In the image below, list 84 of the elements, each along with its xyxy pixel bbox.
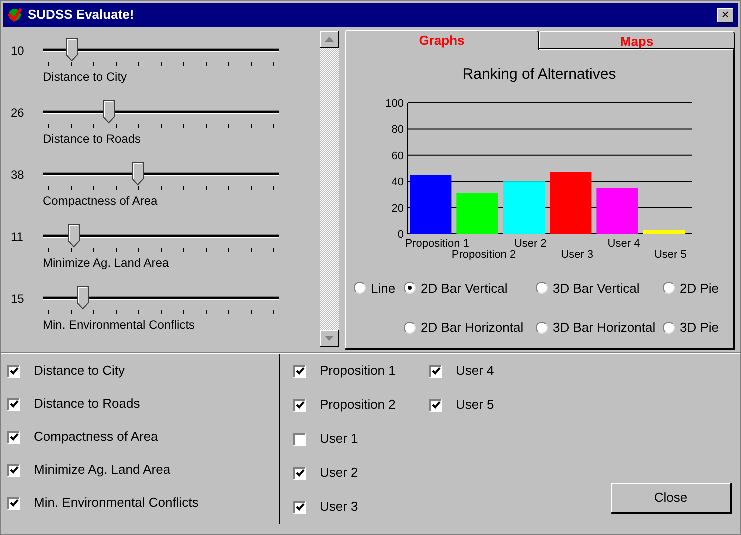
slider-value: 15 <box>10 291 26 307</box>
checkbox-label: Proposition 1 <box>320 362 396 380</box>
slider-value: 10 <box>10 43 26 59</box>
checkbox[interactable] <box>7 398 20 410</box>
bar <box>502 181 544 234</box>
y-tick-label: 0 <box>397 228 404 240</box>
radio-label: 3D Pie <box>680 319 720 337</box>
checkbox[interactable] <box>7 496 20 510</box>
category-label: User 4 <box>607 238 640 250</box>
slider-track[interactable] <box>43 38 279 62</box>
y-tick-label: 20 <box>391 202 404 214</box>
radio-button[interactable] <box>663 282 675 294</box>
checkbox-label: User 5 <box>456 396 494 414</box>
slider-thumb[interactable] <box>103 100 116 124</box>
slider-label: Distance to City <box>43 69 128 86</box>
slider-value: 38 <box>10 167 26 183</box>
slider-thumb[interactable] <box>68 224 80 248</box>
checkbox[interactable] <box>7 464 20 476</box>
category-label: User 5 <box>654 248 686 260</box>
checkbox[interactable] <box>429 398 442 412</box>
slider-thumb[interactable] <box>66 38 78 62</box>
checkbox[interactable] <box>293 500 306 514</box>
bar <box>596 188 638 234</box>
radio-label: 3D Bar Vertical <box>553 280 640 298</box>
scroll-down-icon[interactable] <box>320 330 339 347</box>
close-button[interactable]: × <box>717 8 734 22</box>
radio-button[interactable] <box>404 282 416 294</box>
checkbox-label: Distance to City <box>34 362 126 380</box>
bar <box>410 174 452 234</box>
checkbox-label: User 4 <box>456 362 494 380</box>
slider-value: 11 <box>10 229 24 245</box>
radio-label: 2D Bar Horizontal <box>421 319 524 337</box>
radio-button[interactable] <box>536 322 548 334</box>
checkbox-label: User 1 <box>320 430 358 448</box>
slider-label: Minimize Ag. Land Area <box>43 255 170 272</box>
checkbox[interactable] <box>293 432 306 446</box>
radio-button[interactable] <box>404 322 416 334</box>
radio-button[interactable] <box>663 322 675 334</box>
slider-value: 26 <box>10 105 26 121</box>
app-icon <box>7 7 23 23</box>
checkbox-label: Distance to Roads <box>34 395 140 414</box>
checkbox-label: User 2 <box>320 464 358 482</box>
radio-button[interactable] <box>536 282 548 294</box>
checkbox[interactable] <box>293 398 306 412</box>
category-label: User 2 <box>514 238 546 250</box>
category-label: User 3 <box>560 248 594 260</box>
y-tick-label: 80 <box>391 124 404 136</box>
radio-button[interactable] <box>354 282 366 294</box>
checkbox[interactable] <box>429 364 442 378</box>
slider-thumb[interactable] <box>132 162 144 186</box>
y-tick-label: 40 <box>391 176 404 188</box>
radio-label: 2D Bar Vertical <box>421 280 508 298</box>
window-title: SUDSS Evaluate! <box>28 6 134 24</box>
scroll-up-icon[interactable] <box>320 31 339 48</box>
checkbox-label: Proposition 2 <box>320 396 396 414</box>
checkbox[interactable] <box>293 364 306 378</box>
slider-label: Min. Environmental Conflicts <box>43 317 196 334</box>
close-dialog-button[interactable]: Close <box>611 483 732 514</box>
radio-label: 3D Bar Horizontal <box>553 319 656 337</box>
scrollbar[interactable] <box>320 31 339 347</box>
bar <box>550 172 592 234</box>
checkbox[interactable] <box>7 364 20 378</box>
checkbox[interactable] <box>293 466 306 480</box>
y-tick-label: 60 <box>391 150 404 162</box>
checkbox-label: Compactness of Area <box>34 428 158 446</box>
bar <box>456 192 498 234</box>
checkbox[interactable] <box>7 430 20 444</box>
checkbox-label: User 3 <box>320 498 358 516</box>
slider-track[interactable] <box>43 100 279 124</box>
radio-label: 2D Pie <box>680 280 720 298</box>
chart-title: Ranking of Alternatives <box>462 65 616 85</box>
checkbox-label: Min. Environmental Conflicts <box>34 494 199 512</box>
slider-track[interactable] <box>43 224 279 248</box>
slider-thumb[interactable] <box>77 286 90 310</box>
category-label: Proposition 2 <box>451 248 516 260</box>
bar <box>642 230 684 234</box>
y-tick-label: 100 <box>385 98 404 110</box>
slider-track[interactable] <box>43 162 279 186</box>
checkbox-label: Minimize Ag. Land Area <box>34 461 171 480</box>
slider-label: Distance to Roads <box>43 131 142 148</box>
slider-track[interactable] <box>43 286 279 310</box>
radio-label: Line <box>371 280 396 298</box>
slider-label: Compactness of Area <box>43 193 159 210</box>
category-label: Proposition 1 <box>404 238 469 250</box>
